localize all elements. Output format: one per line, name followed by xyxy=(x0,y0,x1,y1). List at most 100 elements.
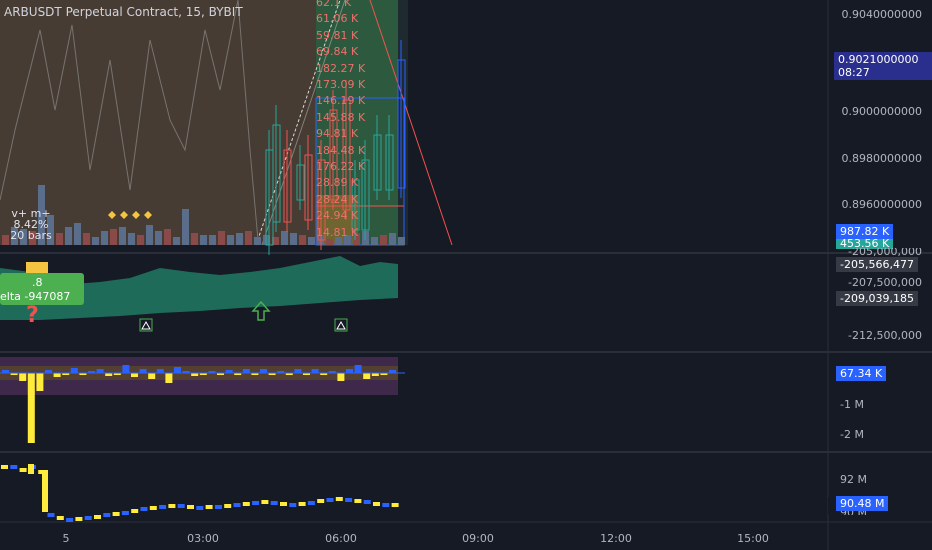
volume-bar xyxy=(119,227,126,245)
question-icon: ? xyxy=(26,303,39,328)
time-tick: 5 xyxy=(62,532,70,545)
delta-bar xyxy=(363,373,371,379)
volume-bar xyxy=(182,209,189,245)
oi-bar xyxy=(159,505,167,509)
triangle-up-icon xyxy=(139,318,153,332)
volume-bar xyxy=(308,237,315,245)
oi-bar xyxy=(103,513,111,517)
price-tick: 0.8980000000 xyxy=(841,152,922,165)
delta-tick: -2 M xyxy=(840,428,864,441)
volume-bar xyxy=(164,229,171,245)
oi-bar xyxy=(280,502,287,506)
delta-bar xyxy=(139,369,147,373)
delta-bar xyxy=(294,369,302,373)
volume-bar xyxy=(146,225,153,245)
chart-canvas[interactable]: ? xyxy=(0,0,932,550)
oi-bar xyxy=(289,503,297,507)
oi-bar xyxy=(214,505,222,509)
oi-bar xyxy=(345,498,353,502)
delta-bar xyxy=(122,365,130,373)
oi-bar xyxy=(84,516,92,520)
oi-bar xyxy=(131,509,139,513)
volume-bar xyxy=(380,235,387,245)
volume-info-line3: 20 bars xyxy=(10,229,52,242)
delta-bar xyxy=(70,368,78,373)
oi-spike xyxy=(28,464,34,474)
oi-tick: 92 M xyxy=(840,473,867,486)
volume-bar xyxy=(110,229,117,245)
oi-bar xyxy=(298,502,306,506)
volume-bar xyxy=(290,233,297,245)
oi-bar xyxy=(270,501,278,505)
cvd-tick: -207,500,000 xyxy=(848,276,922,289)
oi-bar xyxy=(19,468,27,472)
oi-bar xyxy=(10,465,18,469)
delta-bar xyxy=(337,373,345,381)
delta-bar xyxy=(156,369,164,373)
time-tick: 15:00 xyxy=(737,532,769,545)
cvd-tag-1: -205,566,477 xyxy=(836,257,918,272)
profile-label: 28.24 K xyxy=(316,192,359,206)
volume-bar xyxy=(326,239,333,245)
oi-bar xyxy=(354,499,362,503)
oi-bar xyxy=(205,505,213,509)
oi-bar xyxy=(168,504,176,508)
profile-label: 146.19 K xyxy=(316,94,366,108)
oi-bar xyxy=(224,504,232,508)
cvd-tick: -205,000,000 xyxy=(848,248,922,256)
delta-bar xyxy=(174,367,181,373)
delta-tick: -1 M xyxy=(840,398,864,411)
volume-bar xyxy=(389,233,396,245)
volume-bar xyxy=(209,235,216,245)
oi-bar xyxy=(335,497,343,501)
oi-bar xyxy=(196,506,204,510)
price-tick: 0.9040000000 xyxy=(841,8,922,21)
current-price-tag: 0.9021000000 08:27 xyxy=(834,52,932,80)
oi-bar xyxy=(326,498,334,502)
oi-bar xyxy=(187,505,194,509)
volume-bar xyxy=(65,227,72,245)
volume-bar xyxy=(371,237,378,245)
oi-bar xyxy=(75,517,83,521)
oi-bar xyxy=(391,503,399,507)
oi-bar xyxy=(56,516,64,520)
volume-bar xyxy=(200,235,207,245)
delta-bar xyxy=(346,369,353,373)
oi-bar xyxy=(94,515,101,519)
volume-bar xyxy=(398,237,405,245)
volume-bar xyxy=(281,231,288,245)
profile-label: 14.81 K xyxy=(316,225,359,239)
oi-bar xyxy=(233,503,241,507)
volume-bar xyxy=(128,233,135,245)
oi-bar xyxy=(373,502,380,506)
volume-bar xyxy=(299,235,306,245)
volume-tag: 987.82 K xyxy=(836,224,894,239)
oi-bar xyxy=(177,504,185,508)
chart-title[interactable]: ARBUSDT Perpetual Contract, 15, BYBIT xyxy=(4,5,243,19)
oi-bar xyxy=(382,503,390,507)
volume-bar xyxy=(56,233,63,245)
oi-bar xyxy=(121,511,129,515)
oi-bar xyxy=(112,512,120,516)
time-tick: 12:00 xyxy=(600,532,632,545)
profile-label: 94.81 K xyxy=(316,127,359,141)
profile-label: 173.09 K xyxy=(316,78,366,91)
oi-bar xyxy=(149,506,157,510)
profile-label: 62.1 K xyxy=(316,0,352,9)
volume-bar xyxy=(236,233,243,245)
profile-label: 61.06 K xyxy=(316,12,359,26)
current-price: 0.9021000000 xyxy=(838,53,919,66)
delta-bar xyxy=(148,373,156,379)
time-tick: 06:00 xyxy=(325,532,357,545)
oi-bar xyxy=(317,499,325,503)
delta-bar xyxy=(131,373,138,377)
profile-label: 59.81 K xyxy=(316,28,359,42)
cvd-tick: -212,500,000 xyxy=(848,329,922,342)
oi-bar xyxy=(47,513,55,517)
delta-bar xyxy=(260,369,267,373)
delta-tag: 67.34 K xyxy=(836,366,887,381)
oi-bar xyxy=(363,500,371,504)
profile-label: 28.89 K xyxy=(316,176,359,190)
volume-bar xyxy=(92,237,99,245)
profile-zone-end xyxy=(398,0,408,245)
